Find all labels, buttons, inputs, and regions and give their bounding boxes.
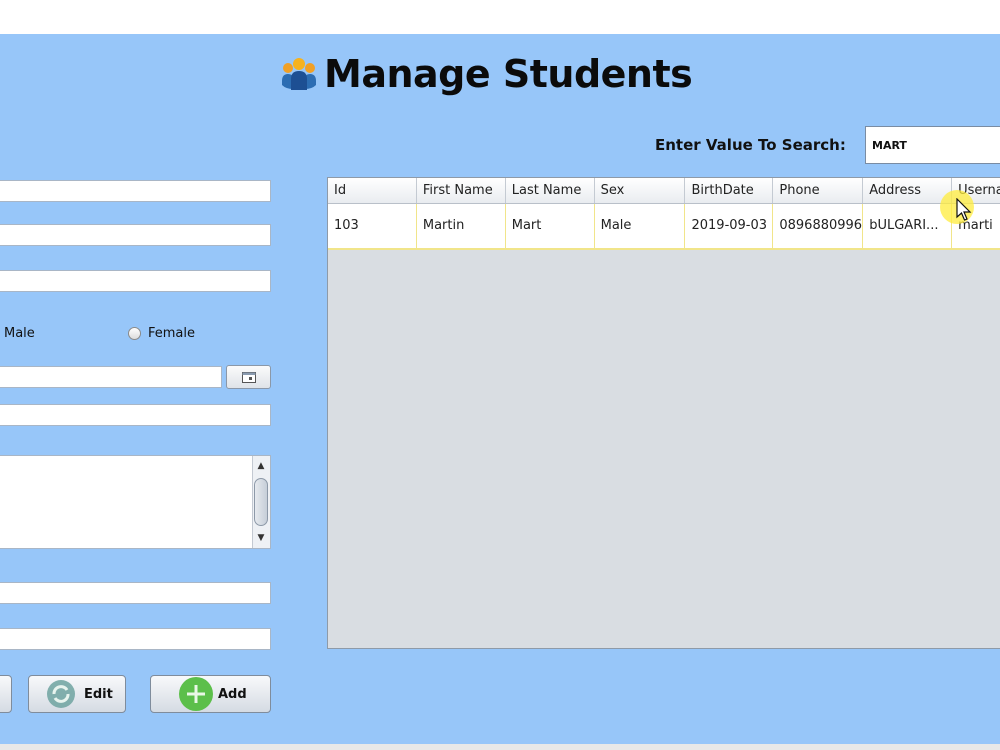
mouse-pointer-icon <box>956 198 972 221</box>
edit-button[interactable]: Edit <box>28 675 126 713</box>
username-field[interactable] <box>0 582 271 604</box>
cell-first-name[interactable]: Martin <box>417 204 506 248</box>
last-name-field[interactable] <box>0 224 271 246</box>
edit-button-label: Edit <box>84 686 113 702</box>
remove-button[interactable] <box>0 675 12 713</box>
students-table[interactable]: Id First Name Last Name Sex BirthDate Ph… <box>327 177 1000 649</box>
calendar-icon <box>241 371 256 383</box>
sex-male-label: Male <box>4 325 35 341</box>
first-name-field[interactable] <box>0 180 271 202</box>
sex-male-option[interactable]: Male <box>4 322 35 344</box>
cell-last-name[interactable]: Mart <box>506 204 595 248</box>
table-header: Id First Name Last Name Sex BirthDate Ph… <box>328 178 1000 204</box>
phone-field[interactable] <box>0 270 271 292</box>
window-bottom-bar <box>0 744 1000 750</box>
birthdate-field[interactable] <box>0 366 222 388</box>
search-label: Enter Value To Search: <box>655 136 846 154</box>
page-title: Manage Students <box>324 52 693 96</box>
cell-id[interactable]: 103 <box>328 204 417 248</box>
column-header-birthdate[interactable]: BirthDate <box>685 178 774 203</box>
window-top-bar <box>0 0 1000 34</box>
cell-address[interactable]: bULGARI... <box>863 204 953 248</box>
plus-icon <box>179 677 213 711</box>
add-button[interactable]: Add <box>150 675 271 713</box>
students-group-icon <box>282 58 316 90</box>
sex-female-label: Female <box>148 325 196 341</box>
cell-sex[interactable]: Male <box>595 204 686 248</box>
add-button-label: Add <box>218 686 247 702</box>
email-field[interactable] <box>0 404 271 426</box>
date-picker-button[interactable] <box>226 365 271 389</box>
refresh-icon <box>47 680 75 708</box>
column-header-first-name[interactable]: First Name <box>417 178 506 203</box>
cell-birthdate[interactable]: 2019-09-03 <box>685 204 774 248</box>
table-row[interactable]: 103 Martin Mart Male 2019-09-03 08968809… <box>328 204 1000 250</box>
scroll-down-icon[interactable]: ▼ <box>255 532 267 544</box>
scroll-up-icon[interactable]: ▲ <box>255 460 267 472</box>
page-header: Manage Students <box>280 52 693 96</box>
column-header-id[interactable]: Id <box>328 178 417 203</box>
column-header-phone[interactable]: Phone <box>773 178 864 203</box>
address-scrollbar[interactable]: ▲ ▼ <box>252 456 270 548</box>
search-input[interactable] <box>865 126 1000 164</box>
scroll-thumb[interactable] <box>254 478 268 526</box>
address-textarea[interactable]: ▲ ▼ <box>0 455 271 549</box>
sex-female-option[interactable]: Female <box>128 322 195 344</box>
column-header-address[interactable]: Address <box>863 178 953 203</box>
cell-phone[interactable]: 0896880996 <box>773 204 864 248</box>
sex-female-radio[interactable] <box>128 326 141 340</box>
column-header-sex[interactable]: Sex <box>595 178 686 203</box>
column-header-last-name[interactable]: Last Name <box>506 178 595 203</box>
password-field[interactable] <box>0 628 271 650</box>
